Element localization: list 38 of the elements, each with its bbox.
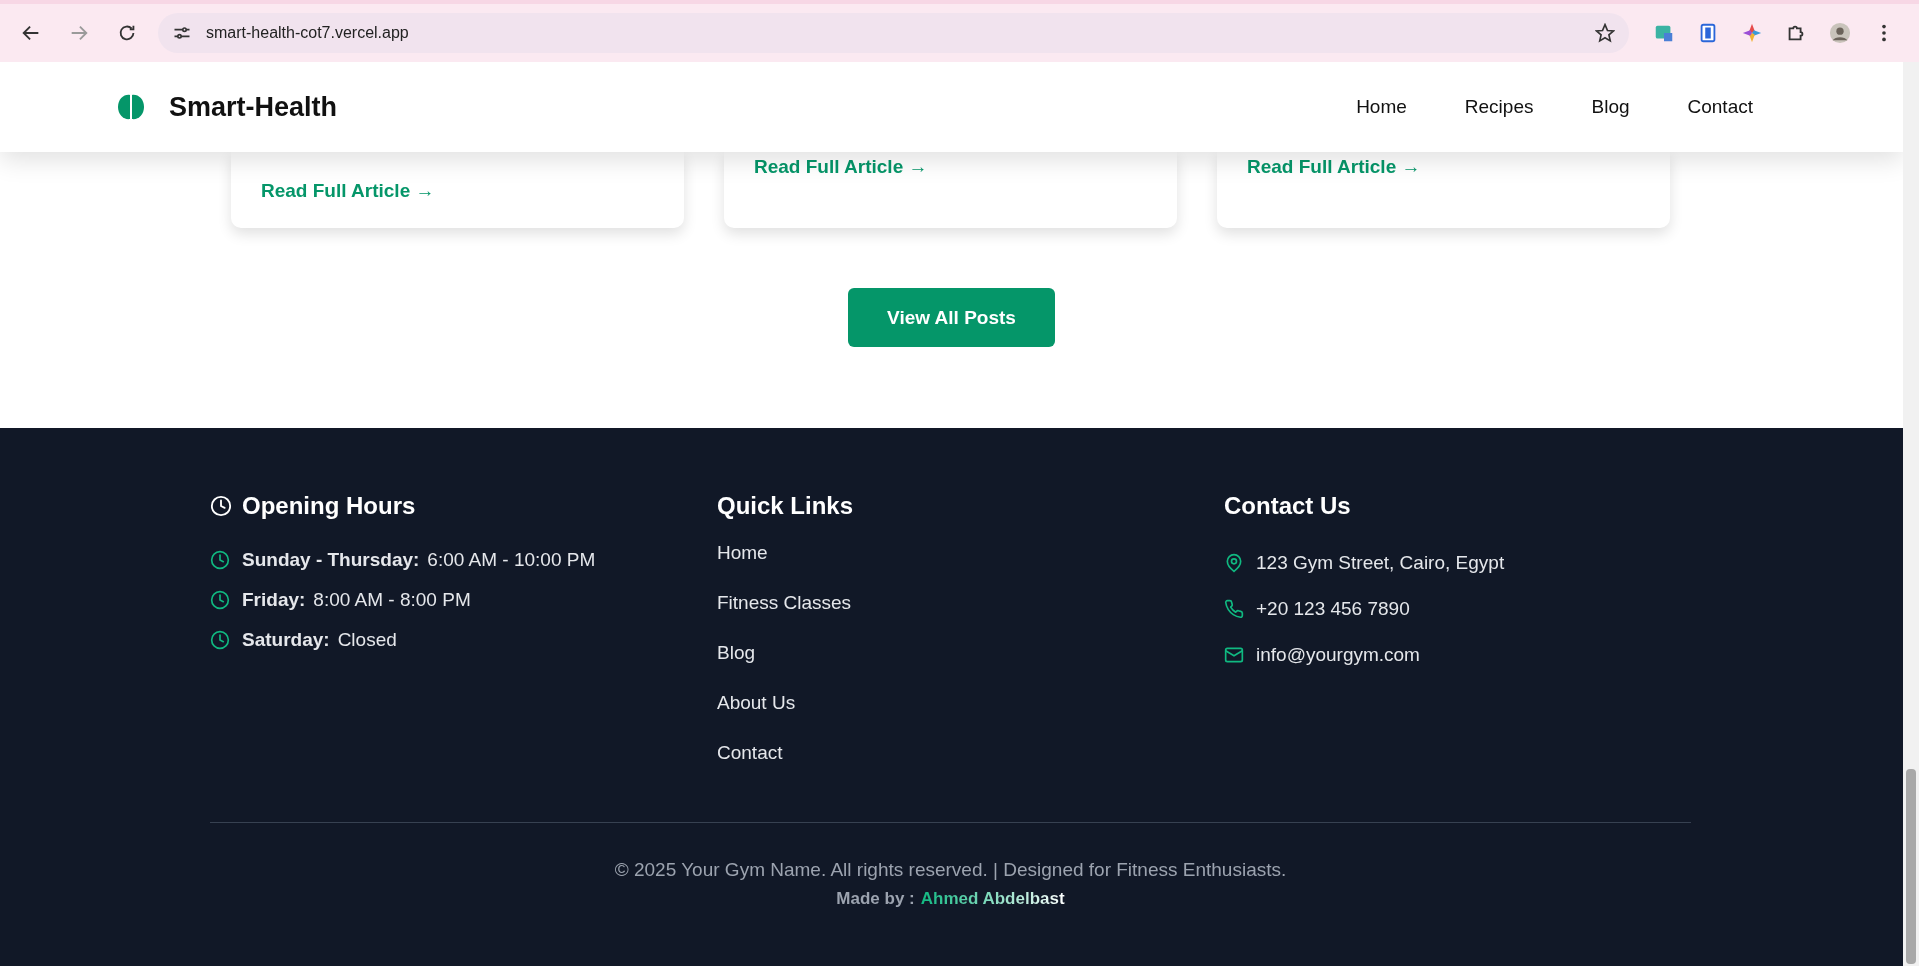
star-icon[interactable] bbox=[1595, 23, 1615, 43]
mail-icon bbox=[1224, 645, 1244, 665]
footer-link[interactable]: Fitness Classes bbox=[717, 578, 1224, 628]
read-article-link[interactable]: Read Full Article → bbox=[261, 180, 435, 202]
clock-icon bbox=[210, 590, 230, 610]
copyright-text: © 2025 Your Gym Name. All rights reserved. | Designed for Fitness Enthusiasts. bbox=[614, 859, 1287, 881]
footer-link[interactable]: About Us bbox=[717, 678, 1224, 728]
address-bar[interactable]: smart-health-cot7.vercel.app bbox=[158, 13, 1629, 53]
read-article-link[interactable]: Read Full Article → bbox=[754, 156, 928, 178]
phone-icon bbox=[1224, 599, 1244, 619]
url-text: smart-health-cot7.vercel.app bbox=[206, 24, 410, 42]
nav-link[interactable]: Blog bbox=[1591, 96, 1630, 118]
contact-text: +20 123 456 7890 bbox=[1256, 598, 1410, 620]
hours-text: Friday: 8:00 AM - 8:00 PM bbox=[242, 589, 471, 611]
section-heading: Quick Links bbox=[717, 492, 854, 520]
section-heading: Contact Us bbox=[1224, 492, 1351, 520]
read-article-link[interactable]: Read Full Article → bbox=[1247, 156, 1421, 178]
clock-icon bbox=[210, 630, 230, 650]
scrollbar[interactable] bbox=[1903, 62, 1919, 966]
credit-label: Made by : bbox=[836, 889, 915, 909]
brand-name[interactable]: Smart-Health bbox=[169, 91, 338, 123]
footer-link[interactable]: Contact bbox=[717, 728, 1224, 778]
extension-icon[interactable] bbox=[1741, 22, 1763, 44]
nav-link[interactable]: Recipes bbox=[1464, 96, 1534, 118]
section-heading: Opening Hours bbox=[242, 492, 416, 520]
contact-text: 123 Gym Street, Cairo, Egypt bbox=[1256, 552, 1505, 574]
clock-icon bbox=[210, 495, 232, 517]
avatar-icon[interactable] bbox=[1829, 22, 1851, 44]
footer-link[interactable]: Blog bbox=[717, 628, 1224, 678]
nav-link[interactable]: Home bbox=[1356, 96, 1407, 118]
location-pin-icon bbox=[1224, 553, 1244, 573]
hours-text: Saturday: Closed bbox=[242, 629, 397, 651]
hours-text: Sunday - Thursday: 6:00 AM - 10:00 PM bbox=[242, 549, 596, 571]
nav-link[interactable]: Contact bbox=[1687, 96, 1753, 118]
view-all-posts-button[interactable]: View All Posts bbox=[848, 288, 1055, 347]
contact-text: info@yourgym.com bbox=[1256, 644, 1420, 666]
clock-icon bbox=[210, 550, 230, 570]
footer-link[interactable]: Home bbox=[717, 528, 1224, 578]
